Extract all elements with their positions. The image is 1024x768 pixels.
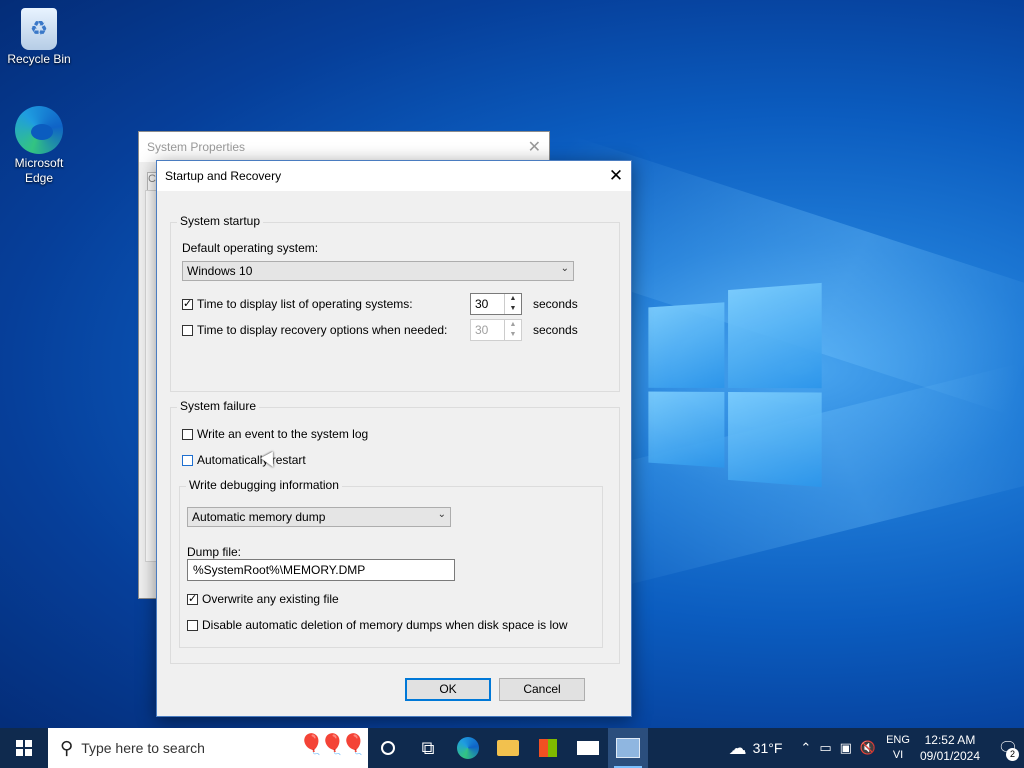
display-recovery-checkbox[interactable]: Time to display recovery options when ne… — [182, 323, 447, 337]
language-indicator[interactable]: ENG VI — [886, 733, 910, 763]
group-label: System startup — [177, 214, 264, 228]
search-icon: ⚲ — [60, 737, 74, 758]
meet-now-icon[interactable]: ▭ — [819, 740, 831, 756]
clock[interactable]: 12:52 AM 09/01/2024 — [920, 732, 980, 764]
display-list-seconds-spinner[interactable]: 30 ▲ ▼ — [470, 293, 522, 315]
network-icon[interactable]: ▣ — [840, 740, 852, 756]
seconds-unit: seconds — [533, 297, 578, 311]
store-icon — [539, 739, 557, 757]
display-recovery-seconds-spinner: 30 ▲ ▼ — [470, 319, 522, 341]
checkbox-box — [182, 324, 193, 336]
checkbox-label: Automatically restart — [197, 453, 306, 467]
folder-icon — [497, 740, 519, 756]
cortana-button[interactable] — [368, 728, 408, 768]
search-placeholder: Type here to search — [81, 740, 205, 756]
desktop-icon-label: Microsoft Edge — [14, 156, 64, 185]
checkbox-box — [187, 592, 198, 605]
edge-icon — [15, 106, 63, 154]
search-highlight-balloons-icon: 🎈🎈🎈 — [299, 734, 366, 756]
dump-file-input[interactable]: %SystemRoot%\MEMORY.DMP — [187, 559, 455, 581]
taskbar-system-properties[interactable] — [608, 728, 648, 768]
windows-wallpaper-logo — [648, 282, 822, 488]
notification-center-button[interactable]: 🗨 2 — [992, 728, 1024, 768]
weather-temperature: 31°F — [752, 740, 783, 756]
cortana-icon — [381, 741, 395, 755]
select-value: Windows 10 — [187, 264, 253, 278]
system-properties-icon — [616, 738, 640, 758]
desktop-icon-microsoft-edge[interactable]: Microsoft Edge — [1, 106, 77, 186]
seconds-unit: seconds — [533, 323, 578, 337]
spin-up-icon: ▲ — [509, 321, 517, 328]
task-view-button[interactable]: ⧉ — [408, 728, 448, 768]
checkbox-box — [182, 297, 193, 310]
close-button[interactable]: ✕ — [601, 161, 631, 191]
dump-type-select[interactable]: Automatic memory dump ⌄ — [187, 507, 451, 527]
keyboard-layout: VI — [892, 749, 904, 761]
taskbar-file-explorer[interactable] — [488, 728, 528, 768]
clock-time: 12:52 AM — [924, 733, 976, 747]
display-list-checkbox[interactable]: Time to display list of operating system… — [182, 297, 413, 311]
desktop-icon-label: Recycle Bin — [7, 52, 71, 66]
close-icon: ✕ — [608, 166, 624, 185]
title-bar: System Properties ✕ — [139, 132, 549, 162]
taskbar-store[interactable] — [528, 728, 568, 768]
dialog-title: Startup and Recovery — [165, 169, 282, 183]
recycle-bin-icon — [21, 8, 57, 50]
chevron-down-icon: ⌄ — [437, 509, 446, 520]
chevron-down-icon: ⌄ — [560, 263, 569, 274]
checkbox-box — [182, 428, 193, 440]
spin-up-icon[interactable]: ▲ — [505, 294, 521, 304]
checkbox-label: Overwrite any existing file — [202, 592, 339, 606]
checkbox-label: Disable automatic deletion of memory dum… — [202, 618, 568, 632]
checkbox-label: Write an event to the system log — [197, 427, 369, 441]
notification-count-badge: 2 — [1006, 748, 1019, 761]
system-tray: ☁ 31°F ⌃ ▭ ▣ 🔇 ENG VI 12:52 AM 09/01/202… — [729, 728, 1024, 768]
volume-muted-icon[interactable]: 🔇 — [860, 740, 876, 756]
weather-cloud-moon-icon: ☁ — [728, 737, 747, 758]
spin-down-icon[interactable]: ▼ — [505, 304, 521, 314]
taskbar: ⚲ Type here to search 🎈🎈🎈 ⧉ ☁ 31°F ⌃ ▭ ▣… — [0, 728, 1024, 768]
taskbar-search-box[interactable]: ⚲ Type here to search 🎈🎈🎈 — [48, 728, 368, 768]
mail-icon — [577, 741, 599, 755]
auto-restart-checkbox[interactable]: Automatically restart — [182, 453, 306, 467]
spinner-value: 30 — [475, 297, 489, 311]
window-title: System Properties — [147, 140, 246, 154]
windows-icon — [16, 740, 32, 756]
group-label: System failure — [177, 399, 260, 413]
title-bar: Startup and Recovery ✕ — [157, 161, 631, 191]
language-code: ENG — [886, 734, 910, 746]
cancel-button[interactable]: Cancel — [499, 678, 585, 701]
close-icon[interactable]: ✕ — [528, 137, 541, 157]
task-view-icon: ⧉ — [421, 737, 435, 758]
group-label: Write debugging information — [186, 478, 342, 492]
weather-widget[interactable]: ☁ 31°F — [729, 738, 783, 759]
write-event-checkbox[interactable]: Write an event to the system log — [182, 427, 368, 441]
checkbox-label: Time to display recovery options when ne… — [197, 323, 448, 337]
default-os-label: Default operating system: — [182, 241, 319, 255]
desktop-icon-recycle-bin[interactable]: Recycle Bin — [1, 8, 77, 66]
chevron-up-icon[interactable]: ⌃ — [800, 740, 811, 756]
spinner-value: 30 — [475, 323, 489, 337]
taskbar-edge[interactable] — [448, 728, 488, 768]
dump-file-label: Dump file: — [187, 545, 242, 559]
checkbox-box — [182, 454, 193, 466]
taskbar-mail[interactable] — [568, 728, 608, 768]
disable-auto-delete-checkbox[interactable]: Disable automatic deletion of memory dum… — [187, 618, 568, 632]
ok-button[interactable]: OK — [405, 678, 491, 701]
default-os-select[interactable]: Windows 10 ⌄ — [182, 261, 574, 281]
startup-recovery-dialog: Startup and Recovery ✕ System startup De… — [156, 160, 632, 717]
checkbox-box — [187, 619, 198, 631]
edge-icon — [457, 737, 479, 759]
spin-down-icon: ▼ — [509, 331, 517, 338]
overwrite-checkbox[interactable]: Overwrite any existing file — [187, 592, 339, 606]
select-value: Automatic memory dump — [192, 510, 326, 524]
start-button[interactable] — [0, 728, 48, 768]
checkbox-label: Time to display list of operating system… — [197, 297, 413, 311]
clock-date: 09/01/2024 — [919, 749, 980, 763]
